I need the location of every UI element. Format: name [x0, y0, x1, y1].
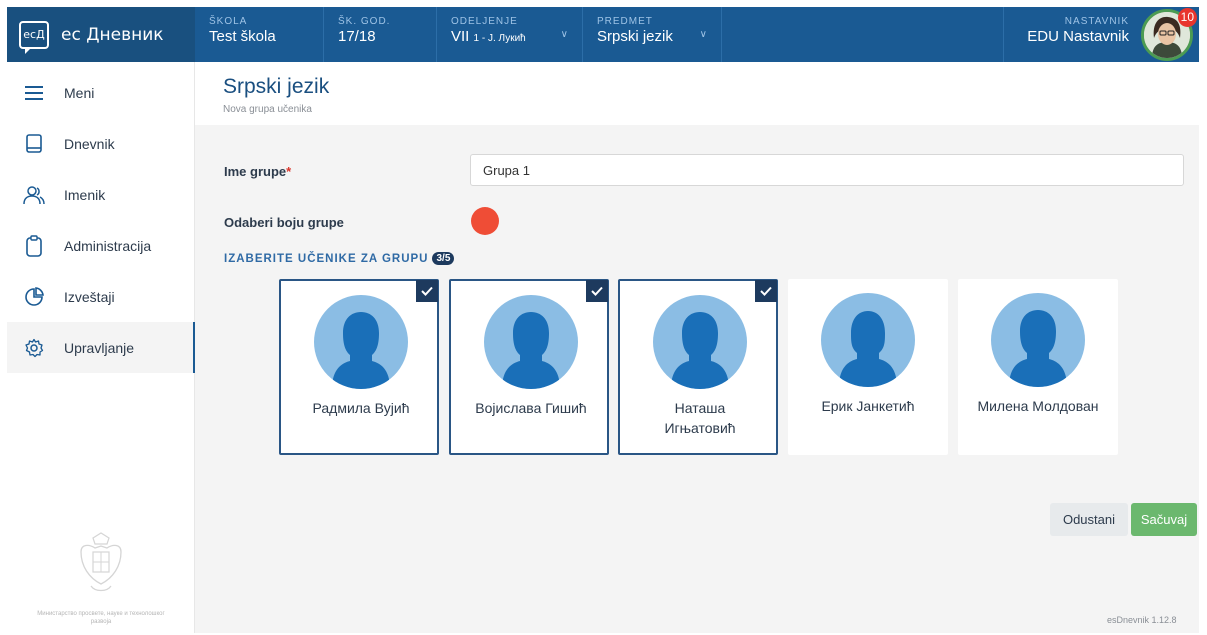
class-label: ODELJENJE [451, 16, 518, 27]
student-avatar-icon [314, 295, 408, 389]
menu-icon [23, 85, 45, 101]
sidebar-item-dnevnik[interactable]: Dnevnik [7, 118, 195, 169]
checkmark-icon [586, 280, 608, 302]
sidebar-item-label: Meni [64, 84, 95, 101]
app-frame: ecД ес Дневник ŠKOLA Test škola ŠK. GOD.… [7, 7, 1199, 633]
app-name: ес Дневник [61, 24, 164, 45]
save-button[interactable]: Sačuvaj [1131, 503, 1197, 536]
select-students-title: IZABERITE UČENIKE ZA GRUPU 3/5 [224, 252, 455, 265]
chevron-down-icon: ∨ [560, 29, 568, 40]
student-card[interactable]: Наташа Игњатовић [618, 279, 778, 455]
selected-count-badge: 3/5 [432, 252, 455, 265]
divider [721, 7, 722, 62]
divider [1003, 7, 1004, 62]
users-icon [23, 185, 45, 205]
group-name-label-text: Ime grupe [224, 164, 287, 179]
student-avatar-icon [653, 295, 747, 389]
student-avatar-icon [484, 295, 578, 389]
school-label: ŠKOLA [209, 16, 248, 27]
student-card[interactable]: Милена Молдован [958, 279, 1118, 455]
ministry-footer: Министарство просвете, науке и технолошк… [37, 611, 165, 625]
teacher-name: EDU Nastavnik [1027, 28, 1129, 45]
sidebar: Meni Dnevnik Imenik Administracija Izveš… [7, 62, 195, 633]
student-name: Милена Молдован [977, 398, 1099, 414]
version-label: esDnevnik 1.12.8 [1107, 615, 1177, 625]
required-mark: * [286, 164, 292, 179]
brand[interactable]: ecД ес Дневник [7, 7, 195, 62]
student-avatar-icon [991, 293, 1085, 387]
sidebar-item-label: Upravljanje [64, 339, 135, 356]
sidebar-item-imenik[interactable]: Imenik [7, 169, 195, 220]
student-name: Наташа Игњатовић [664, 400, 736, 436]
sidebar-item-label: Izveštaji [64, 288, 115, 305]
sidebar-item-upravljanje[interactable]: Upravljanje [7, 322, 195, 373]
teacher-label: NASTAVNIK [1064, 16, 1129, 27]
student-card[interactable]: Радмила Вујић [279, 279, 439, 455]
group-name-label: Ime grupe* [224, 164, 291, 179]
pie-chart-icon [23, 286, 45, 307]
gear-icon [23, 338, 45, 358]
student-card[interactable]: Ерик Јанкетић [788, 279, 948, 455]
page-title: Srpski jezik [223, 75, 330, 98]
serbian-coat-of-arms-icon [80, 532, 122, 592]
school-year-value: 17/18 [338, 28, 376, 45]
subject-label: PREDMET [597, 16, 653, 27]
clipboard-icon [23, 234, 45, 257]
sidebar-item-izvestaji[interactable]: Izveštaji [7, 271, 195, 322]
class-selector[interactable]: ODELJENJE VII 1 - Ј. Лукић ∨ [437, 7, 582, 62]
app-logo-icon: ecД [19, 20, 49, 54]
class-teacher: - Ј. Лукић [479, 33, 526, 44]
chevron-down-icon: ∨ [699, 29, 707, 40]
page-header: Srpski jezik Nova grupa učenika [195, 62, 1199, 125]
sidebar-item-meni[interactable]: Meni [7, 67, 195, 118]
checkmark-icon [416, 280, 438, 302]
cancel-button[interactable]: Odustani [1050, 503, 1128, 536]
group-color-picker[interactable] [471, 207, 499, 235]
subject-selector[interactable]: PREDMET Srpski jezik ∨ [583, 7, 721, 62]
sidebar-item-label: Administracija [64, 237, 152, 254]
checkmark-icon [755, 280, 777, 302]
teacher-menu[interactable]: NASTAVNIK EDU Nastavnik [1027, 16, 1129, 45]
top-bar: ecД ес Дневник ŠKOLA Test škola ŠK. GOD.… [7, 7, 1199, 62]
student-name: Војислава Гишић [475, 400, 587, 416]
school-year-selector[interactable]: ŠK. GOD. 17/18 [324, 7, 436, 62]
group-name-input[interactable] [470, 154, 1184, 186]
notification-badge[interactable]: 10 [1177, 8, 1197, 27]
student-name: Ерик Јанкетић [821, 398, 915, 414]
group-color-label: Odaberi boju grupe [224, 215, 344, 230]
student-card[interactable]: Војислава Гишић [449, 279, 609, 455]
class-name: VII [451, 28, 470, 45]
select-students-label: IZABERITE UČENIKE ZA GRUPU [224, 252, 429, 265]
sidebar-item-administracija[interactable]: Administracija [7, 220, 195, 271]
sidebar-item-label: Imenik [64, 186, 106, 203]
school-value: Test škola [209, 28, 276, 45]
page-subtitle: Nova grupa učenika [223, 104, 312, 115]
student-avatar-icon [821, 293, 915, 387]
book-icon [23, 133, 45, 154]
student-name: Радмила Вујић [312, 400, 410, 416]
school-selector[interactable]: ŠKOLA Test škola [195, 7, 323, 62]
sidebar-item-label: Dnevnik [64, 135, 115, 152]
school-year-label: ŠK. GOD. [338, 16, 391, 27]
